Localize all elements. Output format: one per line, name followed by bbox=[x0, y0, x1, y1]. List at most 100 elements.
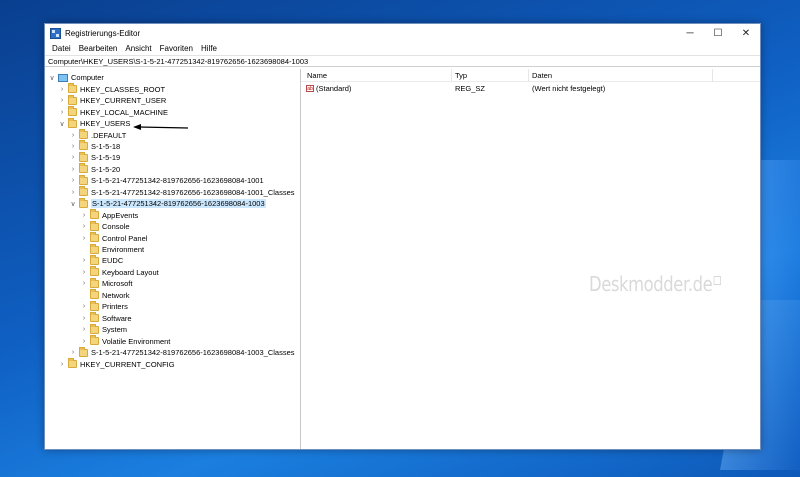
expand-chevron-icon[interactable]: › bbox=[80, 222, 88, 232]
expand-chevron-icon[interactable]: › bbox=[80, 267, 88, 277]
column-header: Name Typ Daten bbox=[301, 69, 760, 82]
tree-node[interactable]: › Software bbox=[80, 312, 132, 324]
folder-icon bbox=[79, 346, 88, 357]
menu-favoriten[interactable]: Favoriten bbox=[156, 44, 197, 53]
tree-node-label: S-1-5-21-477251342-819762656-1623698084-… bbox=[91, 199, 266, 209]
tree-node[interactable]: ∨ S-1-5-21-477251342-819762656-1623698084… bbox=[69, 197, 266, 210]
tree-node-label: HKEY_LOCAL_MACHINE bbox=[80, 107, 168, 117]
column-name-header[interactable]: Name bbox=[307, 71, 327, 80]
tree-node[interactable]: › EUDC bbox=[80, 254, 124, 267]
menu-datei[interactable]: Datei bbox=[48, 44, 75, 53]
expand-chevron-icon[interactable]: › bbox=[69, 153, 77, 163]
tree-node-label: Control Panel bbox=[102, 233, 148, 243]
tree-node[interactable]: › Printers bbox=[80, 300, 128, 313]
tree-node-label: Volatile Environment bbox=[102, 336, 171, 346]
close-button[interactable]: ✕ bbox=[732, 24, 760, 42]
expand-chevron-icon[interactable]: › bbox=[69, 164, 77, 174]
tree-node[interactable]: › S-1-5-21-477251342-819762656-1623698084… bbox=[69, 186, 295, 199]
tree-node[interactable]: › S-1-5-21-477251342-819762656-1623698084… bbox=[69, 174, 264, 187]
tree-node[interactable]: Network bbox=[80, 289, 130, 302]
folder-icon bbox=[79, 197, 88, 208]
tree-node[interactable]: › HKEY_LOCAL_MACHINE bbox=[58, 106, 168, 118]
column-type-header[interactable]: Typ bbox=[455, 71, 467, 80]
tree-node-label: AppEvents bbox=[102, 210, 139, 220]
folder-icon bbox=[79, 174, 88, 185]
tree-node-label: EUDC bbox=[102, 256, 124, 266]
expand-chevron-icon[interactable]: › bbox=[80, 256, 88, 266]
annotation-arrow bbox=[133, 124, 188, 130]
tree-node-label: S-1-5-21-477251342-819762656-1623698084-… bbox=[91, 176, 264, 186]
tree-node[interactable]: ∨ Computer bbox=[48, 72, 104, 84]
tree-node[interactable]: › S-1-5-20 bbox=[69, 163, 121, 176]
tree-node[interactable]: › S-1-5-19 bbox=[69, 151, 121, 164]
tree-node[interactable]: ∨ HKEY_USERS bbox=[58, 117, 130, 130]
tree-node[interactable]: › HKEY_CLASSES_ROOT bbox=[58, 83, 165, 95]
expand-chevron-icon[interactable]: › bbox=[69, 130, 77, 140]
menu-hilfe[interactable]: Hilfe bbox=[197, 44, 221, 53]
address-bar[interactable]: Computer\HKEY_USERS\S-1-5-21-477251342-8… bbox=[45, 55, 760, 67]
folder-icon bbox=[90, 266, 99, 277]
folder-icon bbox=[90, 243, 99, 254]
tree-node[interactable]: › AppEvents bbox=[80, 209, 138, 221]
collapse-chevron-icon[interactable]: ∨ bbox=[48, 73, 56, 83]
tree-node[interactable]: › HKEY_CURRENT_USER bbox=[58, 94, 166, 107]
folder-icon bbox=[68, 117, 77, 128]
tree-node[interactable]: › HKEY_CURRENT_CONFIG bbox=[58, 358, 175, 370]
column-separator[interactable] bbox=[712, 69, 713, 82]
value-name: (Standard) bbox=[316, 83, 352, 93]
tree-node[interactable]: › Keyboard Layout bbox=[80, 266, 159, 279]
tree-node-label: Environment bbox=[102, 245, 145, 254]
folder-icon bbox=[90, 323, 99, 334]
tree-node[interactable]: › Volatile Environment bbox=[80, 335, 170, 347]
tree-node-label: Keyboard Layout bbox=[102, 267, 159, 277]
expand-chevron-icon[interactable]: › bbox=[80, 279, 88, 289]
menu-bearbeiten[interactable]: Bearbeiten bbox=[75, 44, 122, 53]
folder-icon bbox=[68, 106, 77, 117]
column-separator[interactable] bbox=[528, 69, 529, 82]
tree-node-label: S-1-5-21-477251342-819762656-1623698084-… bbox=[91, 348, 295, 358]
column-separator[interactable] bbox=[451, 69, 452, 82]
expand-chevron-icon[interactable]: › bbox=[58, 359, 66, 369]
registry-tree: ∨ Computer › HKEY_CLASSES_ROOT › HKEY_CURRENT… bbox=[45, 69, 301, 449]
expand-chevron-icon[interactable]: › bbox=[69, 187, 77, 197]
column-data-header[interactable]: Daten bbox=[532, 71, 552, 80]
tree-node-label: S-1-5-20 bbox=[91, 164, 121, 174]
expand-chevron-icon[interactable]: › bbox=[69, 176, 77, 186]
tree-node[interactable]: › Microsoft bbox=[80, 277, 132, 290]
folder-icon bbox=[90, 300, 99, 311]
expand-chevron-icon[interactable]: › bbox=[80, 336, 88, 346]
minimize-button[interactable]: ─ bbox=[676, 24, 704, 42]
expand-chevron-icon[interactable]: › bbox=[58, 84, 66, 94]
menu-ansicht[interactable]: Ansicht bbox=[121, 44, 155, 53]
tree-node[interactable]: › System bbox=[80, 323, 127, 336]
computer-icon bbox=[58, 73, 68, 82]
expand-chevron-icon[interactable]: › bbox=[80, 210, 88, 220]
tree-node-label: S-1-5-19 bbox=[91, 153, 121, 163]
tree-node[interactable]: › S-1-5-18 bbox=[69, 140, 121, 153]
tree-node-label: Printers bbox=[102, 302, 128, 312]
tree-node[interactable]: › S-1-5-21-477251342-819762656-1623698084… bbox=[69, 346, 295, 359]
folder-icon bbox=[79, 129, 88, 139]
expand-chevron-icon[interactable]: › bbox=[80, 302, 88, 312]
tree-node-label: Console bbox=[102, 222, 130, 232]
expand-chevron-icon[interactable]: › bbox=[58, 107, 66, 117]
tree-node[interactable]: Environment bbox=[80, 243, 145, 256]
tree-node-label: Network bbox=[102, 290, 130, 300]
expand-chevron-icon[interactable]: › bbox=[80, 325, 88, 335]
collapse-chevron-icon[interactable]: ∨ bbox=[58, 119, 66, 129]
tree-node-label: HKEY_CURRENT_CONFIG bbox=[80, 359, 175, 369]
expand-chevron-icon[interactable]: › bbox=[80, 233, 88, 243]
expand-chevron-icon[interactable]: › bbox=[80, 313, 88, 323]
title-bar[interactable]: Registrierungs-Editor ─ ☐ ✕ bbox=[45, 24, 760, 42]
tree-node-label: .DEFAULT bbox=[91, 130, 127, 140]
expand-chevron-icon[interactable]: › bbox=[69, 141, 77, 151]
value-row[interactable]: ab (Standard) REG_SZ (Wert nicht festgel… bbox=[301, 82, 760, 94]
tree-node[interactable]: › Control Panel bbox=[80, 232, 147, 244]
maximize-button[interactable]: ☐ bbox=[704, 24, 732, 42]
tree-node[interactable]: › .DEFAULT bbox=[69, 129, 126, 141]
expand-chevron-icon[interactable]: › bbox=[58, 96, 66, 106]
tree-node[interactable]: › Console bbox=[80, 220, 130, 233]
tree-node-label: S-1-5-18 bbox=[91, 141, 121, 151]
collapse-chevron-icon[interactable]: ∨ bbox=[69, 199, 77, 209]
expand-chevron-icon[interactable]: › bbox=[69, 348, 77, 358]
